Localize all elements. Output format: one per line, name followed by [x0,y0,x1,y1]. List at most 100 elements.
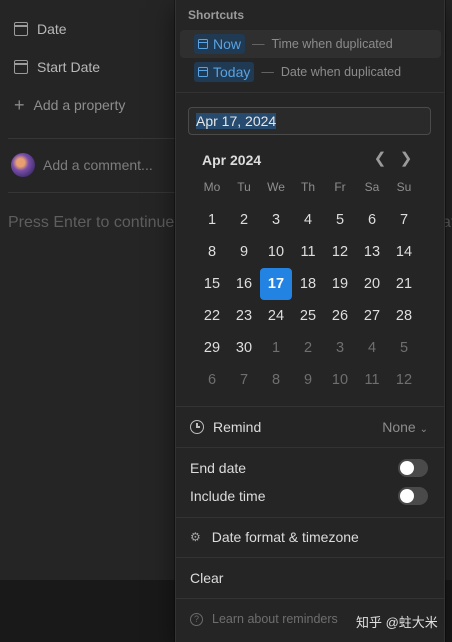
calendar-day[interactable]: 30 [228,332,260,364]
plus-icon: + [14,95,25,115]
calendar-day[interactable]: 18 [292,268,324,300]
calendar-day[interactable]: 19 [324,268,356,300]
calendar-day[interactable]: 9 [292,364,324,396]
calendar-day[interactable]: 4 [292,204,324,236]
weekday-label: Sa [364,180,380,194]
calendar-day[interactable]: 28 [388,300,420,332]
end-date-label: End date [190,460,247,476]
calendar-day[interactable]: 7 [228,364,260,396]
calendar-day[interactable]: 5 [388,332,420,364]
calendar-day[interactable]: 29 [196,332,228,364]
calendar-day[interactable]: 12 [324,236,356,268]
calendar-day[interactable]: 3 [260,204,292,236]
shortcut-pill: Now [194,34,246,54]
calendar-day[interactable]: 14 [388,236,420,268]
property-start-date[interactable]: Start Date [14,59,100,75]
calendar-day[interactable]: 2 [228,204,260,236]
shortcut-today[interactable]: Today — Date when duplicated [180,58,441,86]
divider [176,406,444,407]
body-placeholder[interactable]: Press Enter to continue [8,214,174,232]
alarm-clock-icon [190,420,204,434]
divider [8,192,178,193]
calendar-day[interactable]: 11 [292,236,324,268]
calendar-day[interactable]: 22 [196,300,228,332]
property-label: Start Date [37,59,101,75]
calendar-day[interactable]: 4 [356,332,388,364]
calendar-day[interactable]: 26 [324,300,356,332]
learn-label: Learn about reminders [212,612,338,626]
calendar-day[interactable]: 1 [196,204,228,236]
divider [176,517,444,518]
calendar-day[interactable]: 17 [260,268,292,300]
calendar-day[interactable]: 20 [356,268,388,300]
calendar-day[interactable]: 10 [260,236,292,268]
dash: — [252,37,265,51]
shortcut-now[interactable]: Now — Time when duplicated [180,30,441,58]
include-time-row[interactable]: Include time [176,481,444,511]
weekday-label: Su [396,180,412,194]
shortcut-description: Date when duplicated [280,65,402,79]
end-date-row[interactable]: End date [176,453,444,483]
chevron-right-icon[interactable]: ❯ [396,149,416,169]
date-input[interactable]: Apr 17, 2024 [188,107,431,135]
calendar-icon [14,22,28,36]
calendar-day[interactable]: 3 [324,332,356,364]
help-icon: ? [190,612,203,626]
calendar-day[interactable]: 13 [356,236,388,268]
calendar-day[interactable]: 1 [260,332,292,364]
remind-dropdown[interactable]: None ⌄ [382,419,428,435]
watermark: 知乎 @蛀大米 [356,615,438,630]
shortcut-description: Time when duplicated [271,37,393,51]
calendar-day[interactable]: 11 [356,364,388,396]
avatar [11,153,35,177]
calendar-day[interactable]: 27 [356,300,388,332]
include-time-label: Include time [190,488,266,504]
calendar-day[interactable]: 5 [324,204,356,236]
chevron-left-icon[interactable]: ❮ [370,149,390,169]
gear-icon: ⚙ [190,530,201,544]
calendar-day[interactable]: 16 [228,268,260,300]
weekday-label: Th [300,180,315,194]
clear-button[interactable]: Clear [176,563,444,593]
clear-label: Clear [190,570,224,586]
shortcut-label: Today [213,64,251,80]
calendar-day[interactable]: 21 [388,268,420,300]
include-time-toggle[interactable] [398,487,428,505]
remind-value: None [382,419,416,435]
calendar-day[interactable]: 8 [260,364,292,396]
shortcuts-title: Shortcuts [188,8,245,22]
date-format-row[interactable]: ⚙ Date format & timezone [176,522,444,552]
remind-row[interactable]: Remind None ⌄ [176,412,444,442]
month-label: Apr 2024 [202,152,262,168]
calendar-day[interactable]: 8 [196,236,228,268]
calendar-day[interactable]: 25 [292,300,324,332]
chevron-down-icon: ⌄ [419,424,428,435]
calendar-day[interactable]: 24 [260,300,292,332]
calendar-day[interactable]: 15 [196,268,228,300]
property-date[interactable]: Date [14,21,67,37]
calendar-icon [14,60,28,74]
divider [176,447,444,448]
calendar-day[interactable]: 12 [388,364,420,396]
remind-label: Remind [213,419,262,435]
calendar-day[interactable]: 2 [292,332,324,364]
calendar-day[interactable]: 6 [356,204,388,236]
add-property-label: Add a property [33,97,126,113]
add-property-button[interactable]: + Add a property [14,95,126,115]
divider [176,598,444,599]
date-picker-popup: Shortcuts Now — Time when duplicated Tod… [175,0,445,642]
calendar-icon [198,39,208,49]
end-date-toggle[interactable] [398,459,428,477]
calendar-day[interactable]: 7 [388,204,420,236]
calendar-icon [198,67,208,77]
calendar-day[interactable]: 9 [228,236,260,268]
weekday-label: We [267,180,285,194]
calendar-day[interactable]: 10 [324,364,356,396]
shortcut-label: Now [213,36,242,52]
weekday-header: Mo Tu We Th Fr Sa Su [196,180,420,194]
divider [8,138,178,139]
shortcut-pill: Today [194,62,255,82]
comment-input[interactable]: Add a comment... [43,157,153,173]
calendar-day[interactable]: 23 [228,300,260,332]
calendar-day[interactable]: 6 [196,364,228,396]
